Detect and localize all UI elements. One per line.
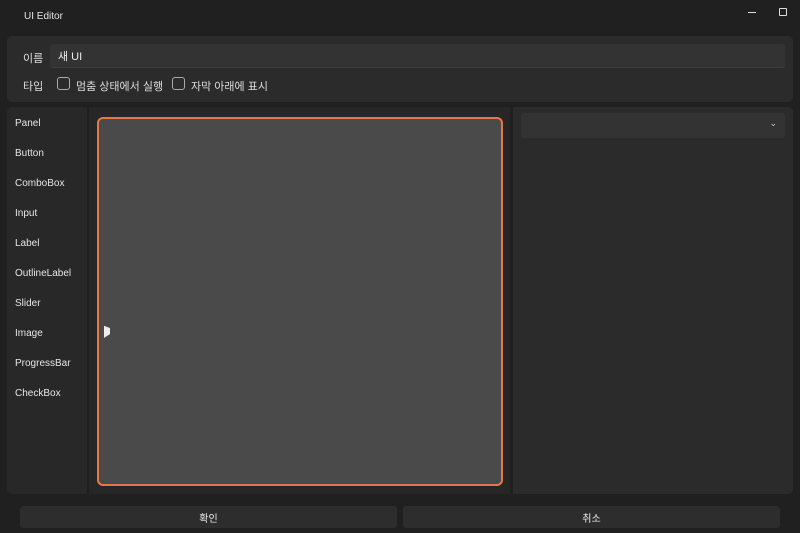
component-item[interactable]: ComboBox [15,178,64,189]
ok-button[interactable]: 확인 [20,506,397,528]
design-canvas[interactable] [97,117,503,486]
name-input[interactable] [50,44,785,68]
component-item[interactable]: Label [15,238,39,249]
maximize-button[interactable] [779,8,787,16]
checkbox-label: 멈춤 상태에서 실행 [76,81,164,93]
window-title: UI Editor [24,11,63,22]
component-item[interactable]: Image [15,328,43,339]
component-item[interactable]: Panel [15,118,41,129]
property-panel [513,107,793,494]
name-label: 이름 [23,53,44,65]
component-item[interactable]: Input [15,208,37,219]
divider [87,107,89,494]
checkbox-label: 자막 아래에 표시 [191,81,268,93]
minimize-button[interactable] [748,12,756,13]
component-item[interactable]: OutlineLabel [15,268,71,279]
component-item[interactable]: CheckBox [15,388,61,399]
cancel-button[interactable]: 취소 [403,506,780,528]
component-item[interactable]: ProgressBar [15,358,71,369]
chevron-down-icon: ⌄ [769,118,777,128]
checkbox-pause-run[interactable] [57,77,70,90]
type-label: 타입 [23,81,44,93]
component-item[interactable]: Slider [15,298,41,309]
element-dropdown[interactable]: ⌄ [521,113,785,138]
checkbox-show-below-subtitle[interactable] [172,77,185,90]
component-item[interactable]: Button [15,148,44,159]
mouse-cursor-icon [104,325,110,341]
